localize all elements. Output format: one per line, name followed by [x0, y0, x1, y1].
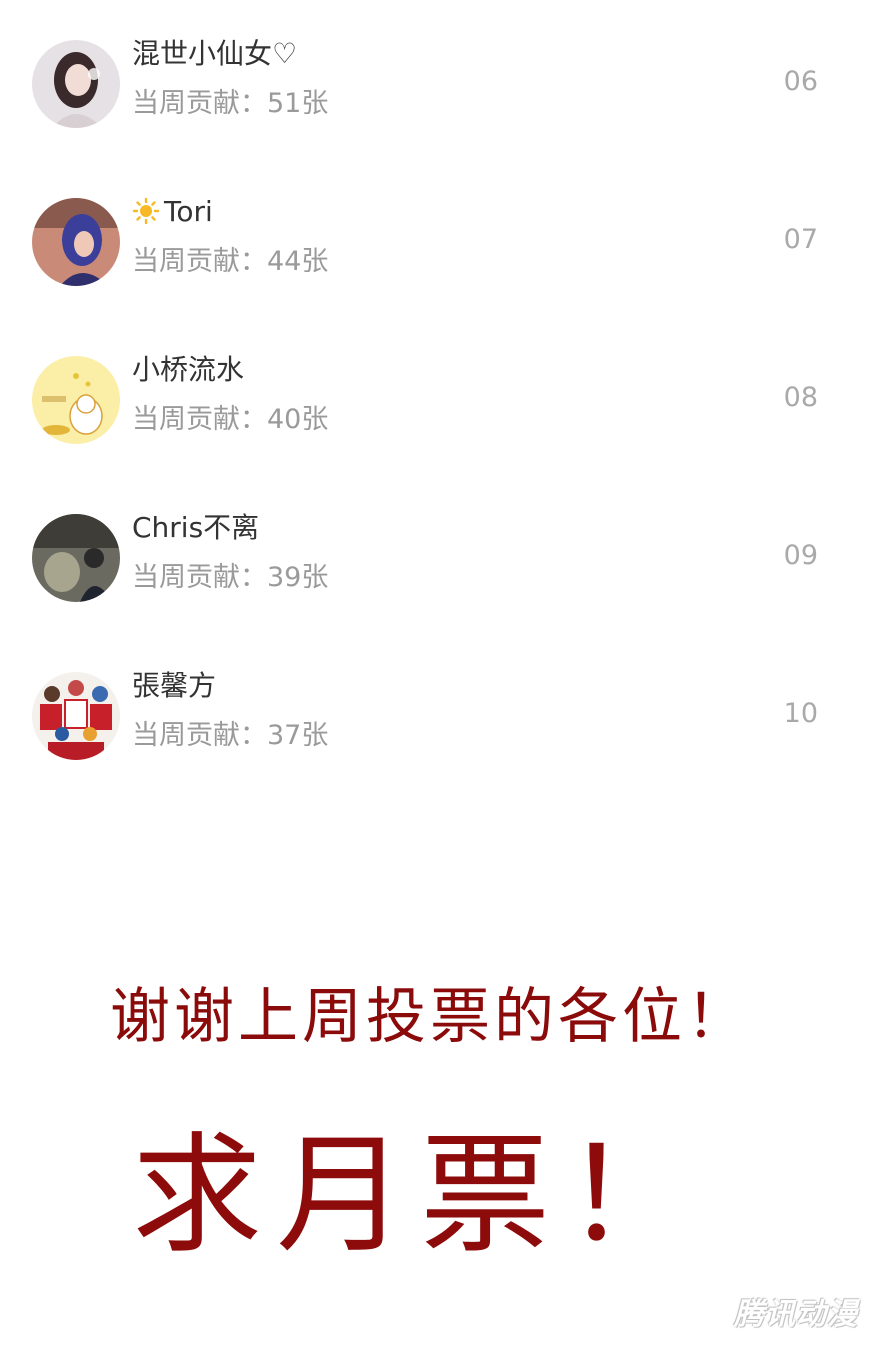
rank-number: 10 [783, 698, 818, 729]
monthly-ticket-request: 求月票！ [131, 1119, 708, 1271]
list-item[interactable]: 小桥流水 当周贡献：40张 08 [0, 353, 880, 466]
list-item[interactable]: 混世小仙女♡ 当周贡献：51张 06 [0, 37, 880, 150]
user-name: 混世小仙女♡ [132, 37, 298, 70]
rank-number: 09 [783, 540, 818, 571]
weekly-contribution: 当周贡献：39张 [132, 562, 329, 593]
rank-number: 06 [783, 66, 818, 97]
list-item[interactable]: Tori 当周贡献：44张 07 [0, 195, 880, 308]
avatar[interactable] [32, 356, 120, 444]
user-name: 張馨方 [132, 669, 217, 702]
list-item[interactable]: Chris不离 当周贡献：39张 09 [0, 511, 880, 624]
avatar[interactable] [32, 40, 120, 128]
avatar[interactable] [32, 672, 120, 760]
weekly-contribution: 当周贡献：40张 [132, 404, 329, 435]
rank-number: 08 [783, 382, 818, 413]
thanks-message: 谢谢上周投票的各位！ [110, 982, 750, 1052]
avatar[interactable] [32, 514, 120, 602]
user-name: Chris不离 [132, 511, 260, 544]
sun-icon [132, 196, 160, 225]
user-name: Tori [132, 192, 213, 232]
weekly-contribution: 当周贡献：51张 [132, 88, 329, 119]
user-name-text: Tori [164, 195, 213, 228]
avatar[interactable] [32, 198, 120, 286]
weekly-contribution: 当周贡献：37张 [132, 720, 329, 751]
user-name: 小桥流水 [132, 353, 245, 386]
rank-number: 07 [783, 224, 818, 255]
list-item[interactable]: 張馨方 当周贡献：37张 10 [0, 669, 880, 782]
brand-watermark: 腾讯动漫 [734, 1297, 858, 1332]
weekly-contribution: 当周贡献：44张 [132, 246, 329, 277]
